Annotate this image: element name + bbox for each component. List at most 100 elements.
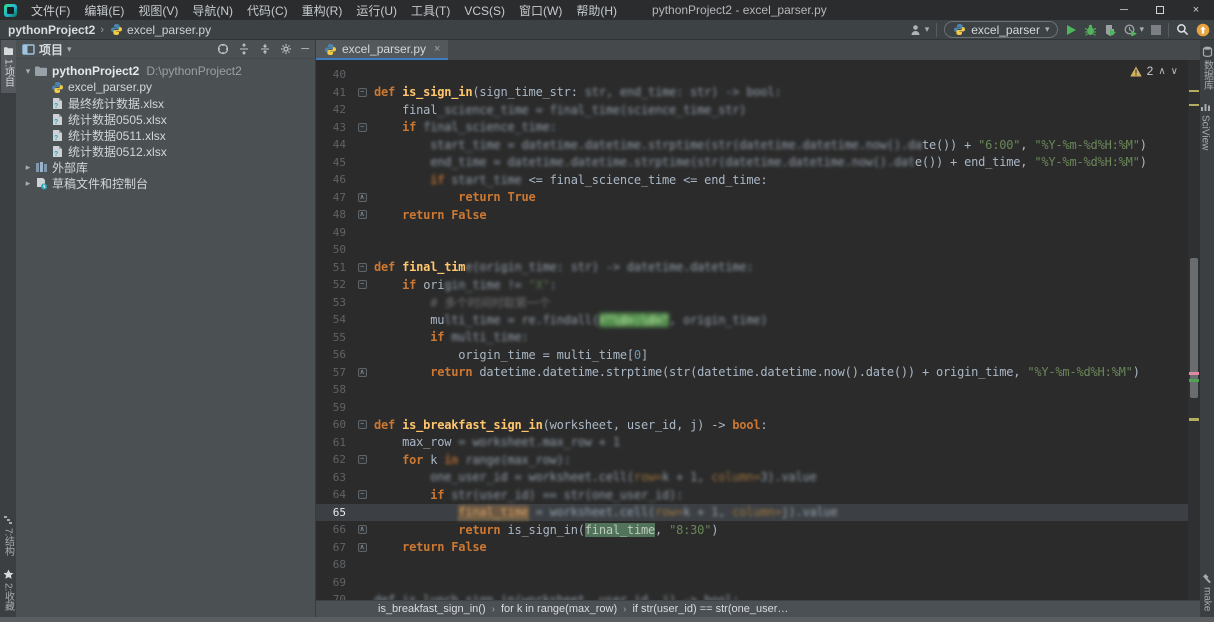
menu-item-w[interactable]: 窗口(W) (512, 2, 569, 20)
error-stripe-mark[interactable] (1189, 104, 1199, 106)
chevron-expanded-icon[interactable]: ▾ (22, 66, 34, 77)
code-line[interactable]: 48∧ return False (316, 206, 1188, 224)
code-line[interactable]: 60−def is_breakfast_sign_in(worksheet, u… (316, 416, 1188, 434)
menu-item-c[interactable]: 代码(C) (240, 2, 295, 20)
code-line[interactable]: 40 (316, 66, 1188, 84)
tool-window-button-structure[interactable]: 7:结构 (1, 509, 16, 562)
update-notification-button[interactable] (1196, 23, 1210, 37)
breadcrumb-project[interactable]: pythonProject2 (8, 23, 95, 37)
inspection-widget[interactable]: 2 ∧ ∨ (1130, 64, 1178, 78)
code-line-current[interactable]: 65 final_time = worksheet.cell(row=k + 1… (316, 504, 1188, 522)
chevron-collapsed-icon[interactable]: ▸ (22, 178, 34, 189)
code-line[interactable]: 41−def is_sign_in(sign_time_str: str, en… (316, 84, 1188, 102)
tree-item-____0505.xlsx[interactable]: ?统计数据0505.xlsx (16, 111, 315, 127)
code-line[interactable]: 43− if final_science_time: (316, 119, 1188, 137)
code-line[interactable]: 49 (316, 224, 1188, 242)
code-line[interactable]: 69 (316, 574, 1188, 592)
editor-scrollbar[interactable] (1188, 60, 1200, 600)
code-line[interactable]: 47∧ return True (316, 189, 1188, 207)
breadcrumb-file[interactable]: excel_parser.py (127, 23, 211, 37)
run-with-coverage-button[interactable] (1104, 24, 1117, 36)
fold-collapse-icon[interactable]: − (350, 263, 374, 272)
code-line[interactable]: 57∧ return datetime.datetime.strptime(st… (316, 364, 1188, 382)
code-line[interactable]: 54 multi_time = re.findall(r"\d+:\d+", o… (316, 311, 1188, 329)
code-line[interactable]: 68 (316, 556, 1188, 574)
error-stripe-mark[interactable] (1189, 379, 1199, 382)
scrollbar-thumb[interactable] (1190, 258, 1198, 398)
run-button[interactable] (1065, 24, 1077, 36)
prev-problem-icon[interactable]: ∧ (1158, 66, 1165, 77)
code-line[interactable]: 53 # 多个时间时取第一个 (316, 294, 1188, 312)
menu-item-e[interactable]: 编辑(E) (77, 2, 131, 20)
chevron-collapsed-icon[interactable]: ▸ (22, 162, 34, 173)
code-line[interactable]: 55 if multi_time: (316, 329, 1188, 347)
fold-collapse-icon[interactable]: − (350, 420, 374, 429)
error-stripe-mark[interactable] (1189, 418, 1199, 421)
fold-collapse-icon[interactable]: − (350, 490, 374, 499)
vcs-user-button[interactable]: ▾ (910, 24, 930, 36)
fold-end-icon[interactable]: ∧ (350, 193, 374, 202)
code-line[interactable]: 63 one_user_id = worksheet.cell(row=k + … (316, 469, 1188, 487)
tree-item-____0511.xlsx[interactable]: ?统计数据0511.xlsx (16, 127, 315, 143)
menu-item-t[interactable]: 工具(T) (404, 2, 457, 20)
fold-collapse-icon[interactable]: − (350, 455, 374, 464)
tool-window-button-database[interactable]: 数据库 (1200, 40, 1214, 96)
breadcrumb-item[interactable]: for k in range(max_row) (501, 603, 617, 615)
tool-window-button-favorites[interactable]: 2:收藏 (1, 563, 16, 617)
hide-panel-button[interactable]: ─ (301, 43, 309, 55)
code-line[interactable]: 62− for k in range(max_row): (316, 451, 1188, 469)
error-stripe-mark[interactable] (1189, 90, 1199, 92)
code-line[interactable]: 64− if str(user_id) == str(one_user_id): (316, 486, 1188, 504)
menu-item-n[interactable]: 导航(N) (185, 2, 240, 20)
code-line[interactable]: 50 (316, 241, 1188, 259)
tab-close-icon[interactable]: × (434, 43, 440, 55)
code-line[interactable]: 61 max_row = worksheet.max_row + 1 (316, 434, 1188, 452)
tab-excel-parser[interactable]: excel_parser.py × (316, 40, 448, 60)
code-line[interactable]: 66∧ return is_sign_in(final_time, "8:30"… (316, 521, 1188, 539)
menu-item-f[interactable]: 文件(F) (24, 2, 77, 20)
code-line[interactable]: 42 final_science_time = final_time(scien… (316, 101, 1188, 119)
select-opened-file-button[interactable] (217, 43, 229, 55)
code-line[interactable]: 45 end_time = datetime.datetime.strptime… (316, 154, 1188, 172)
collapse-all-button[interactable] (259, 43, 271, 55)
breadcrumb-item[interactable]: is_breakfast_sign_in() (378, 603, 486, 615)
tree-item-excel_parser.py[interactable]: excel_parser.py (16, 79, 315, 95)
menu-item-vcss[interactable]: VCS(S) (457, 2, 512, 20)
settings-gear-button[interactable] (280, 43, 292, 55)
menu-item-v[interactable]: 视图(V) (131, 2, 185, 20)
tool-window-button-project[interactable]: 1:项目 (1, 40, 16, 93)
profiler-button[interactable]: ▾ (1124, 24, 1144, 36)
close-button[interactable]: × (1178, 0, 1214, 20)
code-line[interactable]: 58 (316, 381, 1188, 399)
menu-item-r[interactable]: 重构(R) (295, 2, 350, 20)
menu-item-h[interactable]: 帮助(H) (569, 2, 624, 20)
fold-collapse-icon[interactable]: − (350, 123, 374, 132)
error-stripe-mark[interactable] (1189, 372, 1199, 375)
code-line[interactable]: 51−def final_time(origin_time: str) -> d… (316, 259, 1188, 277)
tool-window-button-sciview[interactable]: SciView (1200, 96, 1211, 156)
code-line[interactable]: 52− if origin_time != "X": (316, 276, 1188, 294)
code-line[interactable]: 46 if start_time <= final_science_time <… (316, 171, 1188, 189)
fold-collapse-icon[interactable]: − (350, 88, 374, 97)
code-line[interactable]: 59 (316, 399, 1188, 417)
tree-item-______.xlsx[interactable]: ?最终统计数据.xlsx (16, 95, 315, 111)
maximize-button[interactable] (1142, 0, 1178, 20)
fold-collapse-icon[interactable]: − (350, 280, 374, 289)
fold-end-icon[interactable]: ∧ (350, 368, 374, 377)
minimize-button[interactable]: ─ (1106, 0, 1142, 20)
expand-all-button[interactable] (238, 43, 250, 55)
fold-end-icon[interactable]: ∧ (350, 525, 374, 534)
code-line[interactable]: 56 origin_time = multi_time[0] (316, 346, 1188, 364)
tree-item-___[interactable]: ▸外部库 (16, 159, 315, 175)
tree-item-________[interactable]: ▸草稿文件和控制台 (16, 175, 315, 191)
fold-end-icon[interactable]: ∧ (350, 210, 374, 219)
code-line[interactable]: 70def is_lunch_sign_in(worksheet, user_i… (316, 591, 1188, 600)
project-panel-title[interactable]: 项目 (39, 41, 63, 58)
tree-item-pythonProject2[interactable]: ▾pythonProject2D:\pythonProject2 (16, 63, 315, 79)
tool-window-button-make[interactable]: make (1202, 567, 1213, 617)
debug-button[interactable] (1084, 24, 1097, 36)
breadcrumb-item[interactable]: if str(user_id) == str(one_user… (632, 603, 788, 615)
search-everywhere-button[interactable] (1176, 23, 1189, 36)
menu-item-u[interactable]: 运行(U) (349, 2, 404, 20)
code-line[interactable]: 44 start_time = datetime.datetime.strpti… (316, 136, 1188, 154)
